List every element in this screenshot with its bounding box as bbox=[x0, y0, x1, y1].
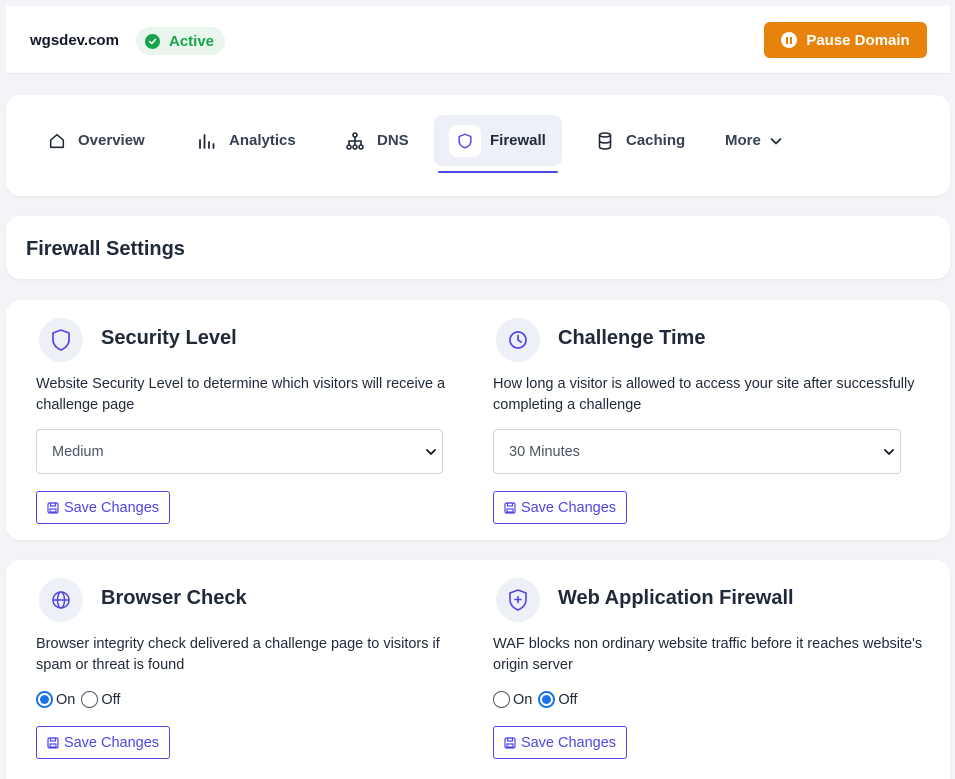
save-label: Save Changes bbox=[63, 499, 160, 516]
challenge-time-select[interactable]: 30 Minutes bbox=[493, 429, 901, 474]
save-label: Save Changes bbox=[520, 734, 617, 751]
domain-name: wgsdev.com bbox=[30, 32, 119, 49]
database-icon bbox=[598, 131, 612, 150]
shield-icon bbox=[458, 133, 472, 148]
status-badge: Active bbox=[136, 27, 226, 55]
firewall-settings-header: Firewall Settings bbox=[6, 216, 950, 279]
challenge-time-value: 30 Minutes bbox=[509, 443, 580, 460]
domain-nav: Overview Analytics DNS Firewall Caching … bbox=[6, 95, 950, 196]
challenge-time-title: Challenge Time bbox=[558, 327, 706, 349]
tab-dns[interactable]: DNS bbox=[335, 115, 419, 166]
chevron-down-icon bbox=[770, 137, 782, 144]
browser-check-description: Browser integrity check delivered a chal… bbox=[36, 636, 440, 673]
settings-row-1: Security Level Website Security Level to… bbox=[6, 300, 950, 540]
browser-check-on-label: On bbox=[56, 691, 76, 708]
waf-description: WAF blocks non ordinary website traffic … bbox=[493, 636, 923, 673]
tab-analytics[interactable]: Analytics bbox=[187, 115, 306, 166]
tab-caching-label: Caching bbox=[626, 132, 686, 149]
tab-analytics-label: Analytics bbox=[229, 132, 296, 149]
save-icon bbox=[47, 736, 59, 749]
pause-icon bbox=[781, 32, 798, 48]
waf-on-label: On bbox=[513, 691, 533, 708]
network-icon bbox=[346, 131, 364, 150]
shield-icon bbox=[52, 329, 70, 351]
security-level-select[interactable]: Medium bbox=[36, 429, 443, 474]
waf-on-radio[interactable] bbox=[493, 691, 510, 708]
page-title: Firewall Settings bbox=[26, 238, 185, 260]
home-icon bbox=[49, 133, 65, 148]
browser-check-title: Browser Check bbox=[101, 587, 247, 609]
security-level-description: Website Security Level to determine whic… bbox=[36, 376, 446, 413]
waf-off-label: Off bbox=[558, 691, 578, 708]
browser-check-on-radio[interactable] bbox=[36, 691, 53, 708]
tab-more-label: More bbox=[725, 132, 761, 149]
pause-domain-label: Pause Domain bbox=[806, 31, 910, 49]
tab-overview[interactable]: Overview bbox=[38, 115, 155, 166]
security-level-value: Medium bbox=[52, 443, 104, 460]
shield-plus-icon bbox=[509, 589, 527, 611]
save-icon bbox=[504, 501, 516, 514]
settings-row-2: Browser Check Browser integrity check de… bbox=[6, 560, 950, 779]
pause-domain-button[interactable]: Pause Domain bbox=[764, 22, 927, 58]
domain-header: wgsdev.com Active Pause Domain bbox=[6, 6, 950, 74]
challenge-time-save-button[interactable]: Save Changes bbox=[493, 491, 627, 524]
save-label: Save Changes bbox=[520, 499, 617, 516]
save-icon bbox=[504, 736, 516, 749]
tab-dns-label: DNS bbox=[377, 132, 409, 149]
waf-toggle: On Off bbox=[493, 691, 583, 708]
globe-icon bbox=[52, 591, 70, 609]
waf-off-radio[interactable] bbox=[538, 691, 556, 708]
save-icon bbox=[47, 501, 59, 514]
tab-firewall[interactable]: Firewall bbox=[434, 115, 562, 166]
save-label: Save Changes bbox=[63, 734, 160, 751]
chevron-down-icon bbox=[884, 449, 894, 455]
clock-icon bbox=[509, 331, 527, 349]
tab-more[interactable]: More bbox=[715, 115, 793, 166]
waf-save-button[interactable]: Save Changes bbox=[493, 726, 627, 759]
challenge-time-description: How long a visitor is allowed to access … bbox=[493, 376, 915, 413]
status-label: Active bbox=[169, 32, 215, 50]
browser-check-off-label: Off bbox=[101, 691, 121, 708]
active-tab-indicator bbox=[438, 171, 558, 173]
waf-title: Web Application Firewall bbox=[558, 587, 794, 609]
bar-chart-icon bbox=[199, 133, 215, 149]
browser-check-toggle: On Off bbox=[36, 691, 126, 708]
browser-check-save-button[interactable]: Save Changes bbox=[36, 726, 170, 759]
chevron-down-icon bbox=[426, 449, 436, 455]
tab-caching[interactable]: Caching bbox=[586, 115, 695, 166]
check-circle-icon bbox=[145, 33, 160, 49]
browser-check-off-radio[interactable] bbox=[81, 691, 99, 708]
tab-firewall-label: Firewall bbox=[490, 132, 546, 149]
security-level-save-button[interactable]: Save Changes bbox=[36, 491, 170, 524]
tab-overview-label: Overview bbox=[78, 132, 145, 149]
security-level-title: Security Level bbox=[101, 327, 237, 349]
